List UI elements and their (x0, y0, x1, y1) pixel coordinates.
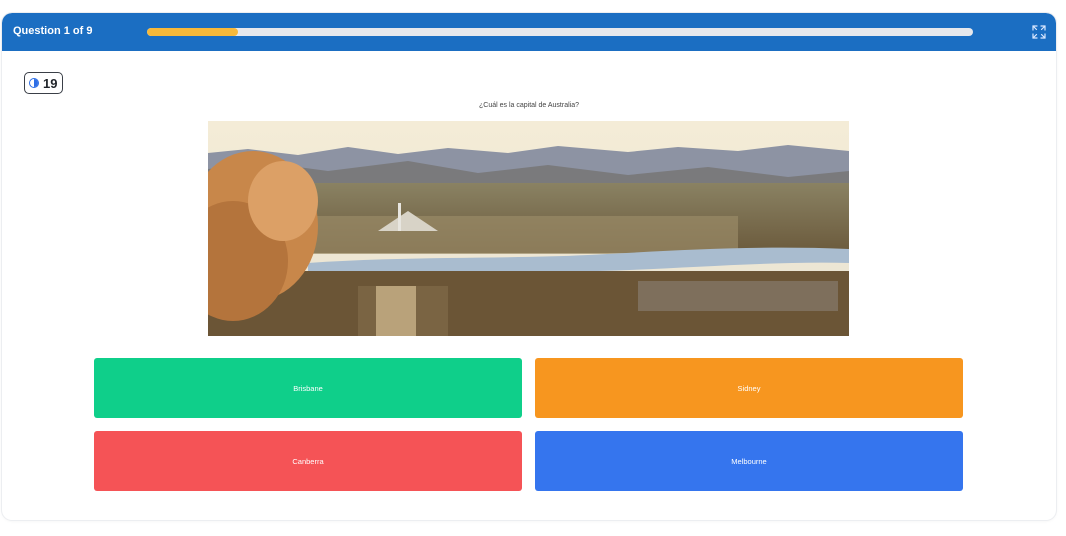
answer-button-3[interactable]: Canberra (94, 431, 522, 491)
quiz-card: Question 1 of 9 19 ¿Cuál es la capital d… (2, 13, 1056, 520)
answer-button-1[interactable]: Brisbane (94, 358, 522, 418)
progress-bar (147, 28, 973, 36)
timer-icon (29, 78, 39, 88)
answer-label-3: Canberra (292, 456, 324, 466)
progress-fill (147, 28, 238, 36)
timer-value: 19 (43, 75, 58, 91)
quiz-header: Question 1 of 9 (2, 13, 1056, 51)
fullscreen-button[interactable] (1030, 23, 1048, 41)
question-text: ¿Cuál es la capital de Australia? (479, 102, 579, 109)
answer-button-2[interactable]: Sidney (535, 358, 963, 418)
answer-label-1: Brisbane (293, 383, 323, 393)
question-image (208, 121, 849, 336)
question-counter: Question 1 of 9 (13, 25, 93, 37)
expand-icon (1032, 25, 1046, 39)
timer-badge: 19 (24, 72, 64, 94)
answer-button-4[interactable]: Melbourne (535, 431, 963, 491)
answer-label-2: Sidney (737, 383, 761, 393)
answer-label-4: Melbourne (731, 456, 767, 466)
